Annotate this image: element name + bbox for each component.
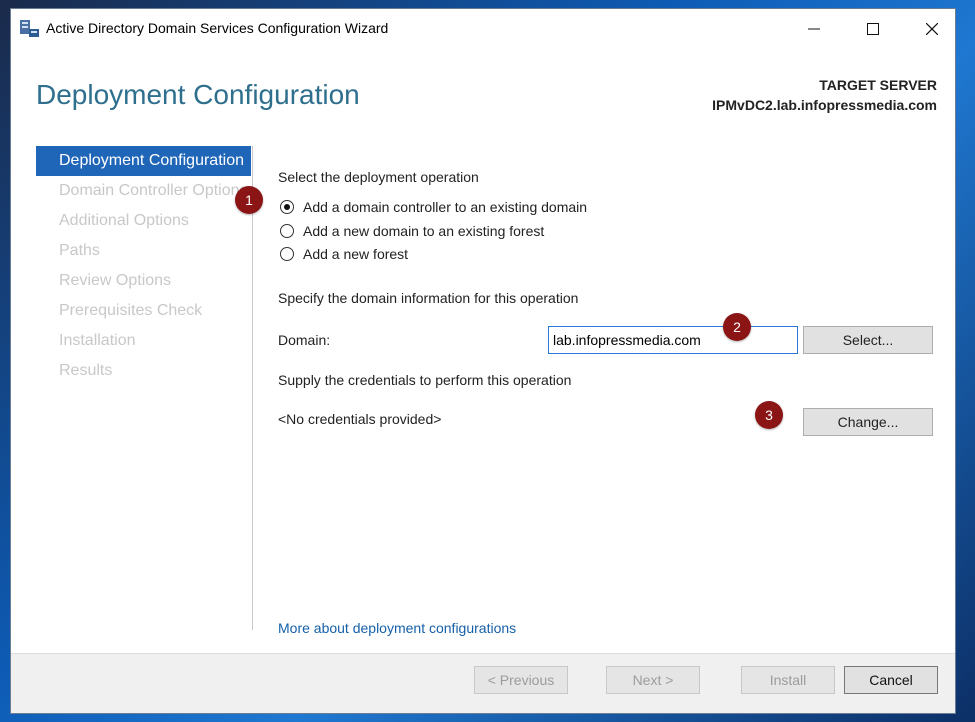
step-badge-2: 2 xyxy=(723,313,751,341)
title-bar[interactable]: Active Directory Domain Services Configu… xyxy=(11,9,955,49)
step-badge-3: 3 xyxy=(755,401,783,429)
page-title: Deployment Configuration xyxy=(36,79,360,110)
minimize-button[interactable] xyxy=(785,9,843,49)
radio-label: Add a new forest xyxy=(303,246,409,262)
radio-button[interactable] xyxy=(280,247,294,261)
domain-heading: Specify the domain information for this … xyxy=(278,290,579,306)
cancel-button[interactable]: Cancel xyxy=(844,666,938,694)
maximize-icon xyxy=(867,23,879,35)
close-button[interactable] xyxy=(903,9,961,49)
more-about-link[interactable]: More about deployment configurations xyxy=(278,620,516,636)
nav-item-deployment-configuration[interactable]: Deployment Configuration xyxy=(36,146,251,176)
radio-label: Add a new domain to an existing forest xyxy=(303,223,545,239)
nav-item-results: Results xyxy=(59,362,113,379)
install-button[interactable]: Install xyxy=(741,666,835,694)
server-manager-icon xyxy=(20,20,39,37)
nav-item-installation: Installation xyxy=(59,332,136,349)
nav-item-review-options: Review Options xyxy=(59,272,172,289)
radio-new-domain[interactable]: Add a new domain to an existing forest xyxy=(280,223,544,239)
credentials-status: <No credentials provided> xyxy=(278,411,442,427)
nav-divider xyxy=(252,146,253,630)
wizard-nav: Deployment Configuration Domain Controll… xyxy=(36,146,251,386)
change-button[interactable]: Change... xyxy=(803,408,933,436)
domain-label: Domain: xyxy=(278,332,331,348)
nav-item-domain-controller-options: Domain Controller Options xyxy=(59,182,248,199)
radio-existing-domain[interactable]: Add a domain controller to an existing d… xyxy=(280,199,587,215)
window-title: Active Directory Domain Services Configu… xyxy=(46,20,389,36)
maximize-button[interactable] xyxy=(844,9,902,49)
minimize-icon xyxy=(808,28,820,30)
radio-label: Add a domain controller to an existing d… xyxy=(303,199,588,215)
radio-button[interactable] xyxy=(280,224,294,238)
radio-button-checked[interactable] xyxy=(280,200,294,214)
deployment-heading: Select the deployment operation xyxy=(278,169,479,185)
select-button[interactable]: Select... xyxy=(803,326,933,354)
wizard-window: Active Directory Domain Services Configu… xyxy=(10,8,956,714)
target-server-host: IPMvDC2.lab.infopressmedia.com xyxy=(712,97,937,113)
previous-button[interactable]: < Previous xyxy=(474,666,568,694)
radio-new-forest[interactable]: Add a new forest xyxy=(280,246,408,262)
nav-item-paths: Paths xyxy=(59,242,100,259)
step-badge-1: 1 xyxy=(235,186,263,214)
wizard-footer: < Previous Next > Install Cancel xyxy=(11,653,955,713)
nav-item-additional-options: Additional Options xyxy=(59,212,189,229)
close-icon xyxy=(926,23,938,35)
domain-input[interactable] xyxy=(548,326,798,354)
next-button[interactable]: Next > xyxy=(606,666,700,694)
target-server-label: TARGET SERVER xyxy=(819,77,937,93)
nav-item-prerequisites-check: Prerequisites Check xyxy=(59,302,203,319)
credentials-heading: Supply the credentials to perform this o… xyxy=(278,372,572,388)
